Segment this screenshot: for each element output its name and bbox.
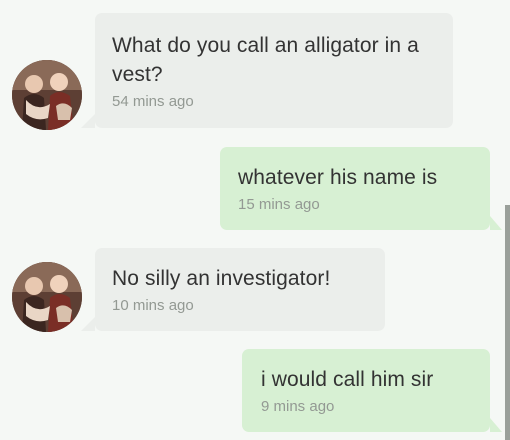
message-bubble-outgoing[interactable]: whatever his name is 15 mins ago	[220, 147, 502, 230]
message-text: i would call him sir	[261, 368, 434, 391]
contact-photo-icon	[12, 60, 82, 130]
contact-avatar[interactable]	[12, 60, 82, 130]
message-timestamp: 54 mins ago	[112, 93, 194, 110]
message-timestamp: 15 mins ago	[238, 196, 320, 213]
contact-avatar[interactable]	[12, 262, 82, 332]
scrollbar[interactable]	[505, 205, 510, 440]
message-text: No silly an investigator!	[112, 267, 331, 290]
message-bubble-outgoing[interactable]: i would call him sir 9 mins ago	[242, 349, 502, 432]
message-timestamp: 9 mins ago	[261, 398, 335, 415]
message-bubble-incoming[interactable]: What do you call an alligator in a vest?…	[81, 13, 453, 128]
contact-photo-icon	[12, 262, 82, 332]
message-timestamp: 10 mins ago	[112, 297, 194, 314]
message-bubble-incoming[interactable]: No silly an investigator! 10 mins ago	[81, 248, 385, 331]
message-text: What do you call an alligator in a vest?	[112, 34, 419, 86]
message-text: whatever his name is	[238, 166, 438, 189]
